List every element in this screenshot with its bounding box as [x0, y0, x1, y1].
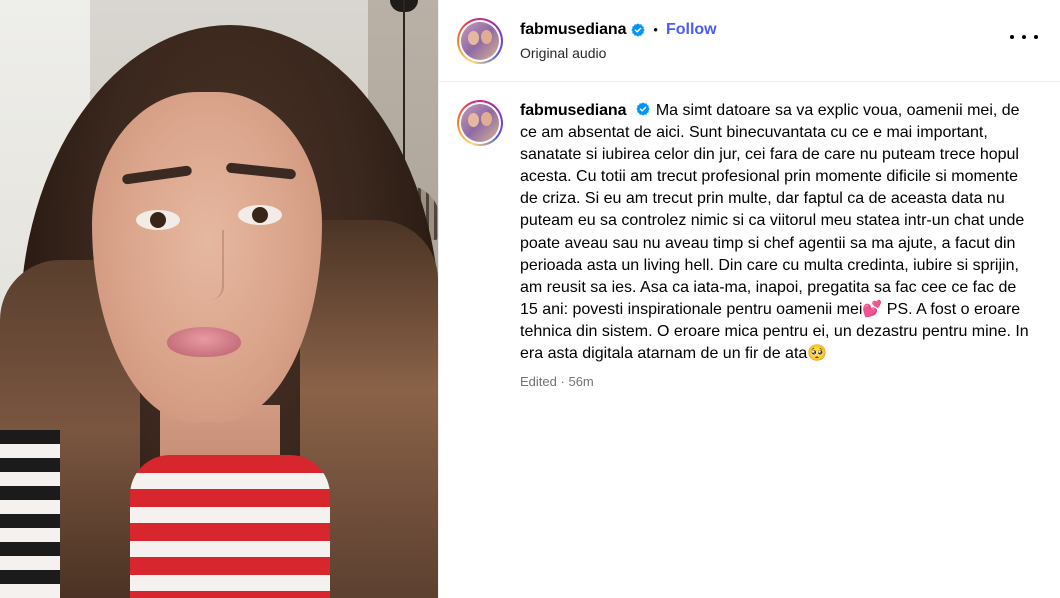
follow-button[interactable]: Follow [666, 21, 717, 39]
post-sidebar: fabmusediana • Follow Original audio fab… [438, 0, 1060, 598]
striped-shirt-left [0, 430, 60, 598]
left-eye [136, 210, 180, 230]
header-text: fabmusediana • Follow Original audio [520, 21, 717, 61]
striped-shirt [130, 455, 330, 598]
story-ring[interactable] [457, 17, 503, 64]
post-header: fabmusediana • Follow Original audio [439, 0, 1060, 82]
lips [167, 327, 241, 357]
caption-body: fabmusediana Ma simt datoare sa va expli… [520, 100, 1030, 389]
post-caption: fabmusediana Ma simt datoare sa va expli… [439, 82, 1060, 389]
caption-verified-badge-icon [636, 102, 650, 116]
username-link[interactable]: fabmusediana [520, 21, 626, 39]
avatar[interactable] [461, 21, 499, 60]
caption-text: Ma simt datoare sa va explic voua, oamen… [520, 102, 1029, 363]
edited-label: Edited [520, 374, 557, 390]
caption-avatar[interactable] [461, 104, 499, 142]
caption-story-ring[interactable] [457, 100, 503, 146]
caption-text-block: fabmusediana Ma simt datoare sa va expli… [520, 100, 1030, 365]
original-audio-link[interactable]: Original audio [520, 45, 717, 61]
separator-dot: • [653, 22, 658, 37]
post-meta: Edited · 56m [520, 374, 1030, 389]
timestamp[interactable]: 56m [568, 374, 593, 389]
nose [196, 230, 224, 300]
meta-separator: · [560, 374, 565, 390]
reel-video[interactable] [0, 0, 438, 598]
caption-username-link[interactable]: fabmusediana [520, 102, 626, 119]
post-view: fabmusediana • Follow Original audio fab… [0, 0, 1060, 598]
verified-badge-icon [631, 22, 646, 37]
more-options-icon[interactable] [1010, 27, 1038, 47]
right-eye [238, 205, 282, 225]
